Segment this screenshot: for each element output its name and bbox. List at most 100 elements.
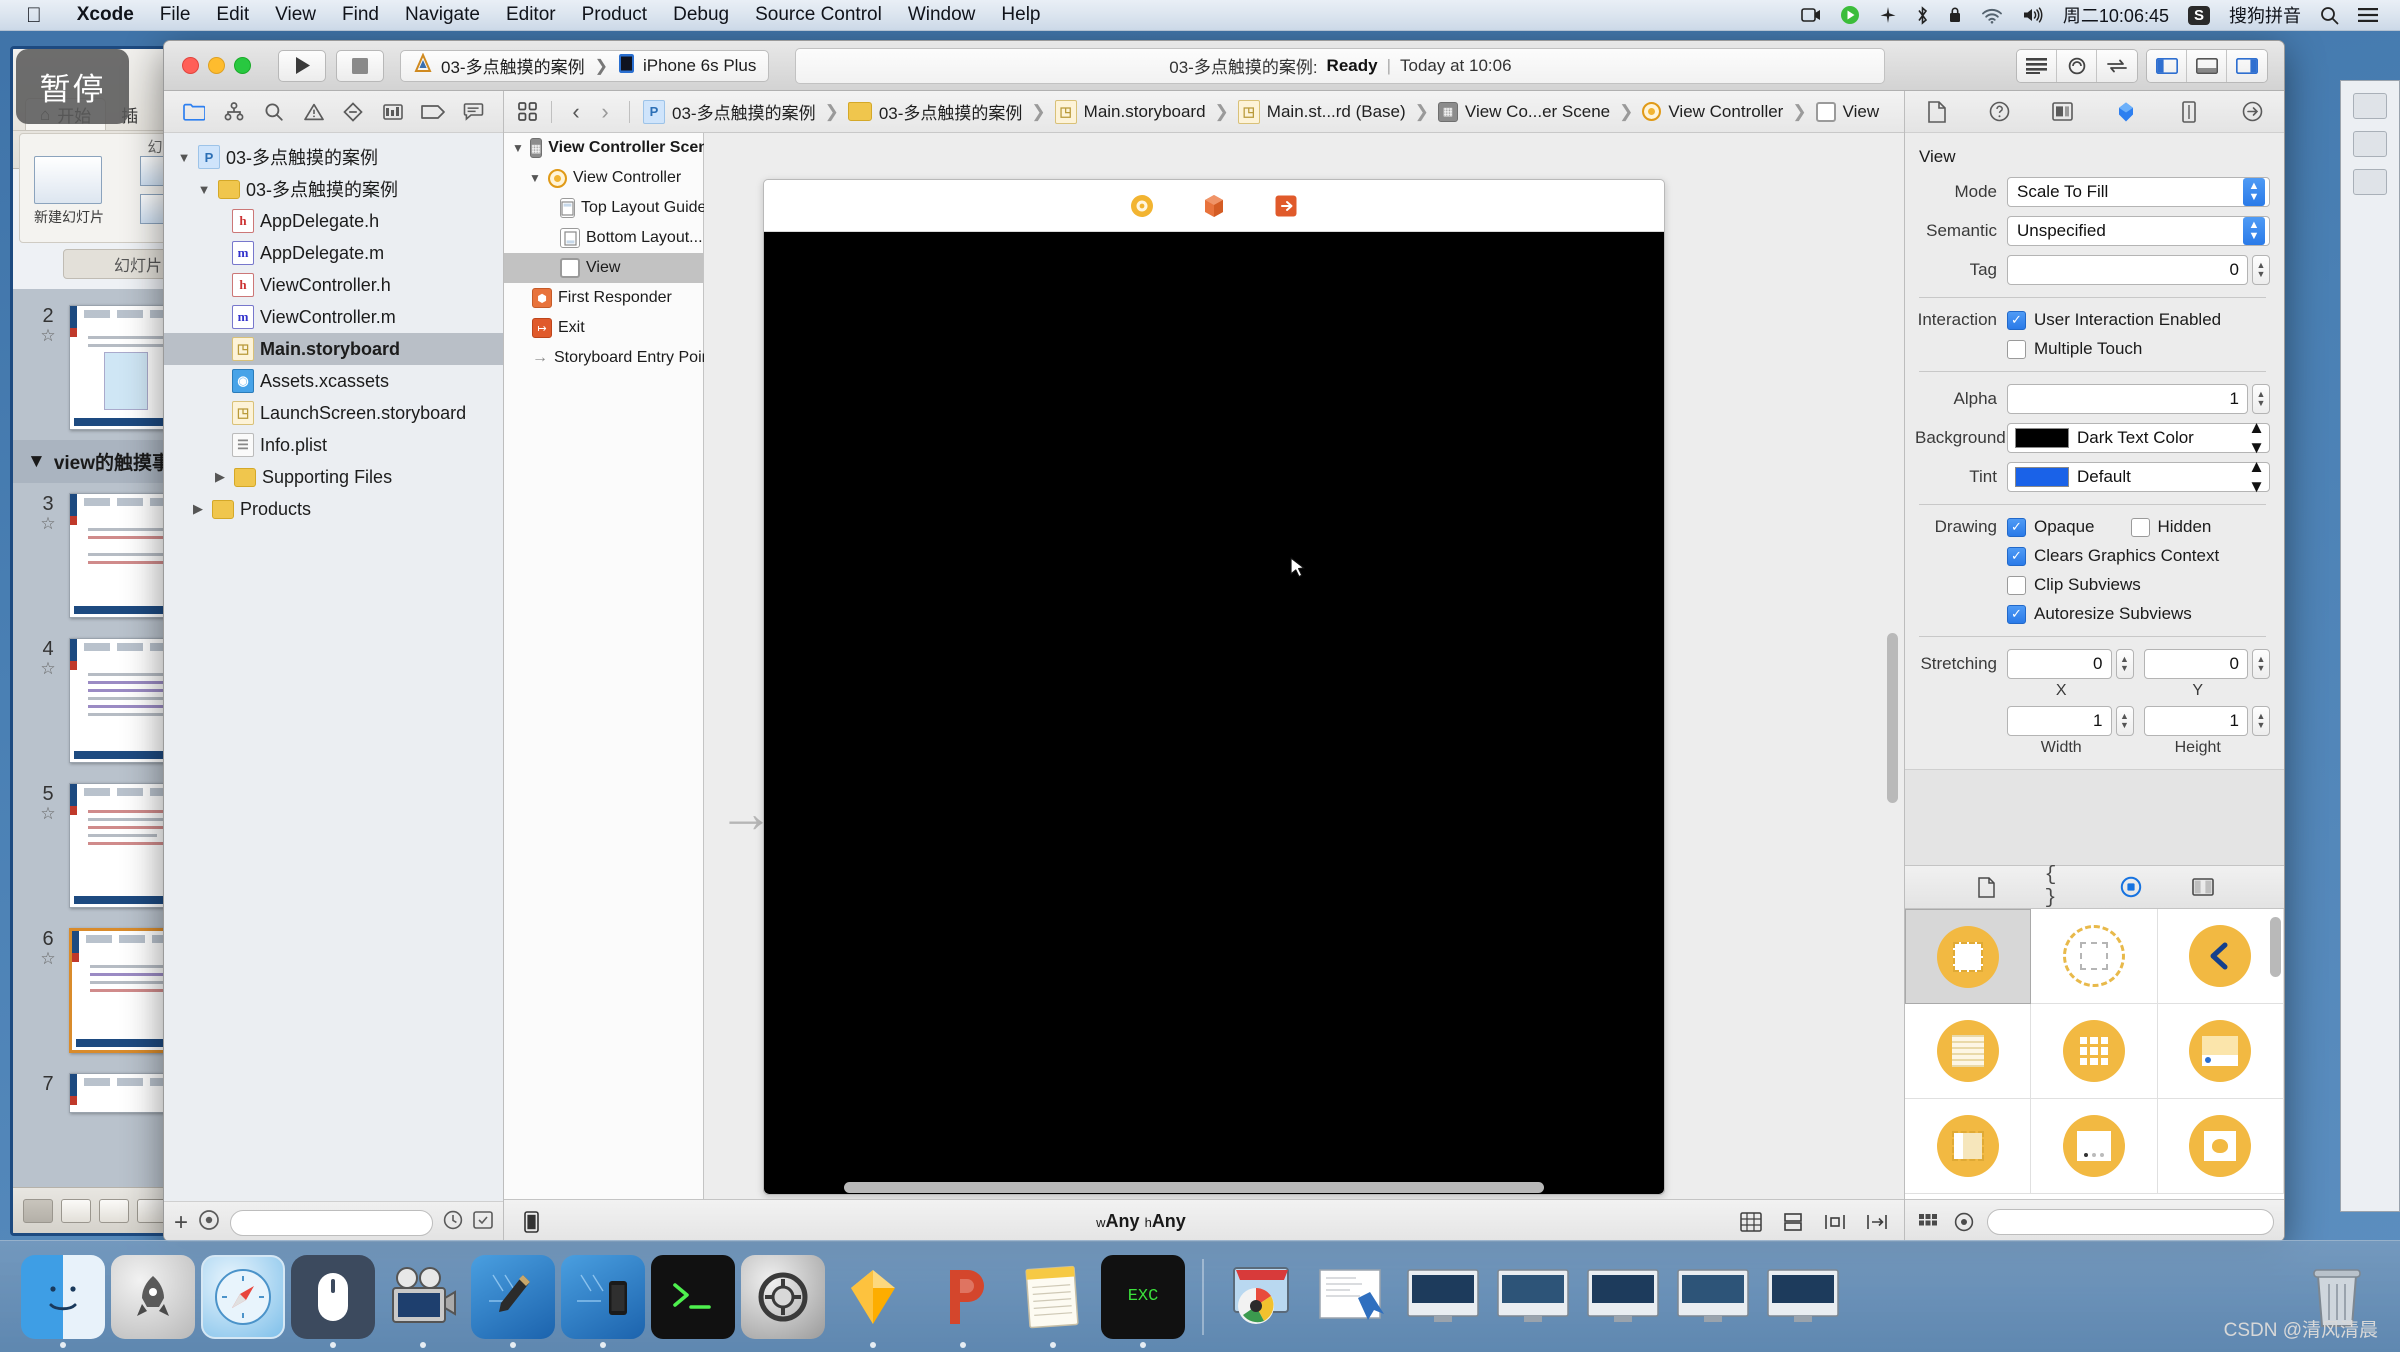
notification-center-icon[interactable] bbox=[2358, 7, 2378, 23]
tint-color-popup[interactable]: Default ▲▼ bbox=[2007, 462, 2270, 492]
mouse-app-icon[interactable] bbox=[291, 1255, 375, 1339]
jump-grid-icon[interactable] bbox=[516, 102, 538, 122]
toolbar-right-controls[interactable] bbox=[2016, 49, 2272, 83]
background-color-popup[interactable]: Dark Text Color ▲▼ bbox=[2007, 423, 2270, 453]
autoresize-subviews-checkbox[interactable]: ✓ bbox=[2007, 605, 2026, 624]
issue-navigator-tab[interactable] bbox=[300, 99, 328, 125]
assistant-editor-button[interactable] bbox=[2057, 50, 2097, 82]
tree-row-file[interactable]: ◳ LaunchScreen.storyboard bbox=[164, 397, 503, 429]
file-inspector-tab[interactable] bbox=[1923, 99, 1951, 125]
sketch-icon[interactable] bbox=[831, 1255, 915, 1339]
library-item-image-view[interactable] bbox=[2158, 1099, 2284, 1194]
align-icon[interactable] bbox=[1780, 1210, 1806, 1234]
add-file-button[interactable]: + bbox=[174, 1211, 188, 1235]
toggle-navigator-button[interactable] bbox=[2147, 50, 2187, 82]
tag-row[interactable]: Tag 0 ▲▼ bbox=[1915, 255, 2270, 285]
stretching-width-stepper[interactable]: ▲▼ bbox=[2116, 706, 2134, 736]
imovie-icon[interactable] bbox=[381, 1255, 465, 1339]
menu-editor[interactable]: Editor bbox=[493, 4, 569, 26]
toggle-debug-button[interactable] bbox=[2187, 50, 2227, 82]
alpha-stepper[interactable]: ▲▼ bbox=[2252, 384, 2270, 414]
project-navigator-tree[interactable]: ▼ P 03-多点触摸的案例 ▼ 03-多点触摸的案例 h AppDelegat… bbox=[164, 133, 503, 1201]
background-color-swatch[interactable] bbox=[2015, 428, 2069, 448]
root-view-black[interactable] bbox=[764, 232, 1664, 1194]
clears-graphics-checkbox[interactable]: ✓ bbox=[2007, 547, 2026, 566]
scene-dock[interactable] bbox=[764, 180, 1664, 232]
clip-subviews-checkbox[interactable] bbox=[2007, 576, 2026, 595]
airplane-icon[interactable] bbox=[1879, 6, 1897, 24]
finder-icon[interactable] bbox=[21, 1255, 105, 1339]
library-item-text-field-cell[interactable] bbox=[2158, 1004, 2284, 1099]
notes-icon[interactable] bbox=[1011, 1255, 1095, 1339]
tag-stepper[interactable]: ▲▼ bbox=[2252, 255, 2270, 285]
tree-row-file[interactable]: h ViewController.h bbox=[164, 269, 503, 301]
notes-view-button[interactable] bbox=[99, 1199, 129, 1223]
mode-popup[interactable]: Scale To Fill ▲▼ bbox=[2007, 177, 2270, 207]
recent-filter-icon[interactable] bbox=[443, 1210, 463, 1235]
library-item-page-control[interactable] bbox=[2031, 1099, 2157, 1194]
lock-icon[interactable] bbox=[1948, 6, 1962, 24]
constraints-icon[interactable] bbox=[1738, 1210, 1764, 1234]
jump-bar[interactable]: ‹ › P 03-多点触摸的案例 ❯ 03-多点触摸的案例 ❯ ◳ Main.s… bbox=[504, 91, 1904, 133]
breadcrumb-view-controller[interactable]: View Controller bbox=[1642, 102, 1783, 122]
outline-row-entry-point[interactable]: → Storyboard Entry Point bbox=[504, 343, 703, 373]
connections-inspector-tab[interactable] bbox=[2238, 99, 2266, 125]
minimize-window-button[interactable] bbox=[208, 57, 225, 74]
terminal-icon[interactable] bbox=[651, 1255, 735, 1339]
multiple-touch-checkbox-row[interactable]: Multiple Touch bbox=[2007, 339, 2142, 359]
twisty-icon[interactable]: ▶ bbox=[212, 469, 228, 485]
file-template-library-tab[interactable] bbox=[1973, 874, 2001, 900]
library-item-table-view[interactable] bbox=[1905, 1004, 2031, 1099]
slide-sorter-button[interactable] bbox=[61, 1199, 91, 1223]
stretching-height-field[interactable]: 1 bbox=[2144, 706, 2249, 736]
tree-row-file[interactable]: ◉ Assets.xcassets bbox=[164, 365, 503, 397]
wifi-icon[interactable] bbox=[1981, 7, 2003, 24]
menu-file[interactable]: File bbox=[147, 4, 204, 26]
outline-row-exit[interactable]: ↦ Exit bbox=[504, 313, 703, 343]
outline-row-top-layout-guide[interactable]: Top Layout Guide bbox=[504, 193, 703, 223]
macos-dock[interactable]: EXC bbox=[0, 1240, 2400, 1352]
twisty-icon[interactable]: ▼ bbox=[528, 171, 542, 185]
xcode-beta-icon[interactable] bbox=[561, 1255, 645, 1339]
twisty-icon[interactable]: ▼ bbox=[196, 182, 212, 197]
play-status-icon[interactable] bbox=[1840, 5, 1860, 25]
xcode-icon[interactable] bbox=[471, 1255, 555, 1339]
volume-icon[interactable] bbox=[2022, 6, 2044, 24]
breadcrumb-storyboard-base[interactable]: ◳ Main.st...rd (Base) bbox=[1238, 100, 1406, 124]
editor-status-bar[interactable]: wAny hAny bbox=[504, 1199, 1904, 1242]
stretching-xy-row[interactable]: Stretching 0 ▲▼ 0 ▲▼ bbox=[1915, 649, 2270, 679]
new-slide-button[interactable]: 新建幻灯片 bbox=[34, 156, 104, 227]
drawing-row[interactable]: Drawing ✓ Opaque Hidden bbox=[1915, 517, 2270, 537]
multiple-touch-checkbox[interactable] bbox=[2007, 340, 2026, 359]
stretching-y-stepper[interactable]: ▲▼ bbox=[2252, 649, 2270, 679]
tree-row-project[interactable]: ▼ P 03-多点触摸的案例 bbox=[164, 141, 503, 173]
library-filter-icon[interactable] bbox=[1915, 1210, 1941, 1234]
menu-navigate[interactable]: Navigate bbox=[392, 4, 493, 26]
breakpoint-navigator-tab[interactable] bbox=[419, 99, 447, 125]
spotlight-search-icon[interactable] bbox=[2320, 6, 2339, 25]
tint-row[interactable]: Tint Default ▲▼ bbox=[1915, 462, 2270, 492]
outline-row-scene[interactable]: ▼ ▦ View Controller Scene bbox=[504, 133, 703, 163]
hidden-checkbox[interactable] bbox=[2131, 518, 2150, 537]
debug-navigator-tab[interactable] bbox=[379, 99, 407, 125]
quick-help-inspector-tab[interactable] bbox=[1986, 99, 2014, 125]
size-inspector-tab[interactable] bbox=[2175, 99, 2203, 125]
alpha-row[interactable]: Alpha 1 ▲▼ bbox=[1915, 384, 2270, 414]
outline-row-view[interactable]: View bbox=[504, 253, 703, 283]
opaque-checkbox-row[interactable]: ✓ Opaque Hidden bbox=[2007, 517, 2270, 537]
popup-arrows-icon[interactable]: ▲▼ bbox=[2243, 217, 2265, 245]
attributes-inspector-tab[interactable] bbox=[2112, 99, 2140, 125]
navigate-forward-button[interactable]: › bbox=[594, 102, 616, 122]
view-controller-badge-icon[interactable] bbox=[1127, 191, 1157, 221]
library-filter-bar[interactable] bbox=[1905, 1199, 2284, 1242]
menu-window[interactable]: Window bbox=[895, 4, 989, 26]
library-item-container-view[interactable] bbox=[2031, 909, 2157, 1004]
version-editor-button[interactable] bbox=[2097, 50, 2137, 82]
attributes-inspector-body[interactable]: View Mode Scale To Fill ▲▼ Semantic Unsp… bbox=[1905, 133, 2284, 769]
library-item-split-view[interactable] bbox=[1905, 1099, 2031, 1194]
tree-row-file[interactable]: h AppDelegate.h bbox=[164, 205, 503, 237]
stretching-width-field[interactable]: 1 bbox=[2007, 706, 2112, 736]
document-window[interactable] bbox=[1311, 1255, 1395, 1339]
library-search-icon[interactable] bbox=[1951, 1210, 1977, 1234]
document-outline[interactable]: ▼ ▦ View Controller Scene ▼ View Control… bbox=[504, 133, 704, 1199]
